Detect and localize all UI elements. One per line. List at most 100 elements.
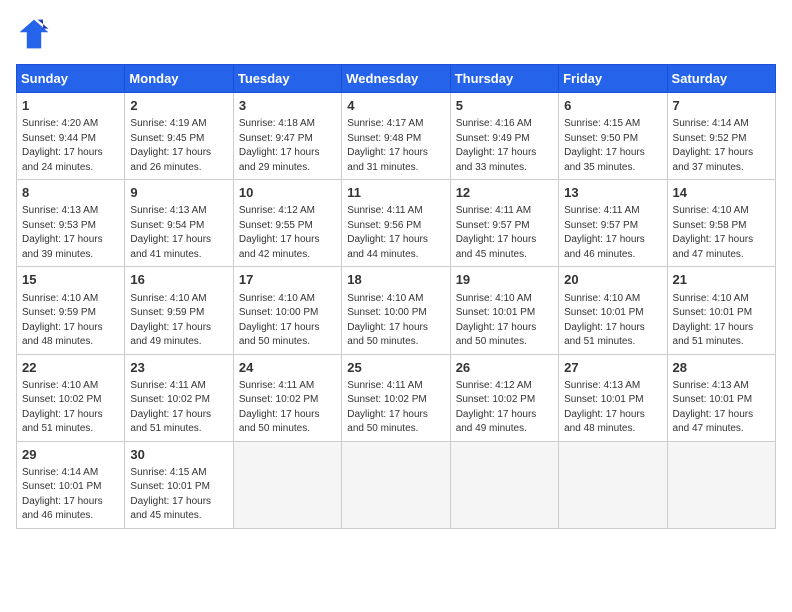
calendar-cell: 9 Sunrise: 4:13 AM Sunset: 9:54 PM Daylig…: [125, 180, 233, 267]
calendar-cell: 26 Sunrise: 4:12 AM Sunset: 10:02 PM Dayl…: [450, 354, 558, 441]
day-number: 23: [130, 359, 227, 377]
calendar-cell: 22Sunrise: 4:10 AM Sunset: 10:02 PM Dayl…: [17, 354, 125, 441]
calendar-cell: 27 Sunrise: 4:13 AM Sunset: 10:01 PM Dayl…: [559, 354, 667, 441]
day-number: 2: [130, 97, 227, 115]
day-info: Sunrise: 4:12 AM Sunset: 10:02 PM Daylig…: [456, 379, 553, 437]
day-info: Sunrise: 4:10 AM Sunset: 10:01 PM Daylig…: [456, 292, 553, 350]
day-number: 7: [673, 97, 770, 115]
calendar-week-1: 1 Sunrise: 4:20 AM Sunset: 9:44 PM Daylig…: [17, 93, 776, 180]
day-number: 26: [456, 359, 553, 377]
day-info: Sunrise: 4:11 AM Sunset: 9:57 PM Dayligh…: [564, 204, 661, 262]
day-number: 16: [130, 271, 227, 289]
calendar-cell: [559, 441, 667, 528]
calendar-cell: 8Sunrise: 4:13 AM Sunset: 9:53 PM Daylig…: [17, 180, 125, 267]
calendar-cell: 20 Sunrise: 4:10 AM Sunset: 10:01 PM Dayl…: [559, 267, 667, 354]
day-number: 17: [239, 271, 336, 289]
calendar-cell: 15Sunrise: 4:10 AM Sunset: 9:59 PM Dayli…: [17, 267, 125, 354]
calendar-header-wednesday: Wednesday: [342, 65, 450, 93]
calendar-cell: 14Sunrise: 4:10 AM Sunset: 9:58 PM Dayli…: [667, 180, 775, 267]
calendar-header-thursday: Thursday: [450, 65, 558, 93]
calendar-cell: 12 Sunrise: 4:11 AM Sunset: 9:57 PM Dayli…: [450, 180, 558, 267]
logo: [16, 16, 56, 52]
calendar-header-monday: Monday: [125, 65, 233, 93]
calendar-cell: 11Sunrise: 4:11 AM Sunset: 9:56 PM Dayli…: [342, 180, 450, 267]
day-info: Sunrise: 4:13 AM Sunset: 10:01 PM Daylig…: [564, 379, 661, 437]
calendar-cell: 3 Sunrise: 4:18 AM Sunset: 9:47 PM Daylig…: [233, 93, 341, 180]
day-number: 24: [239, 359, 336, 377]
calendar-cell: 30 Sunrise: 4:15 AM Sunset: 10:01 PM Dayl…: [125, 441, 233, 528]
calendar-cell: 4 Sunrise: 4:17 AM Sunset: 9:48 PM Daylig…: [342, 93, 450, 180]
calendar-cell: 21 Sunrise: 4:10 AM Sunset: 10:01 PM Dayl…: [667, 267, 775, 354]
day-number: 18: [347, 271, 444, 289]
calendar-cell: 5 Sunrise: 4:16 AM Sunset: 9:49 PM Daylig…: [450, 93, 558, 180]
day-number: 9: [130, 184, 227, 202]
calendar-cell: 7 Sunrise: 4:14 AM Sunset: 9:52 PM Daylig…: [667, 93, 775, 180]
calendar-cell: [450, 441, 558, 528]
calendar-cell: 10Sunrise: 4:12 AM Sunset: 9:55 PM Dayli…: [233, 180, 341, 267]
day-info: Sunrise: 4:20 AM Sunset: 9:44 PM Dayligh…: [22, 117, 119, 175]
day-number: 6: [564, 97, 661, 115]
day-number: 20: [564, 271, 661, 289]
calendar-table: SundayMondayTuesdayWednesdayThursdayFrid…: [16, 64, 776, 529]
day-info: Sunrise: 4:10 AM Sunset: 9:59 PM Dayligh…: [130, 292, 227, 350]
day-number: 22: [22, 359, 119, 377]
day-number: 11: [347, 184, 444, 202]
calendar-cell: 28Sunrise: 4:13 AM Sunset: 10:01 PM Dayl…: [667, 354, 775, 441]
calendar-cell: [342, 441, 450, 528]
calendar-cell: 6 Sunrise: 4:15 AM Sunset: 9:50 PM Daylig…: [559, 93, 667, 180]
day-info: Sunrise: 4:11 AM Sunset: 10:02 PM Daylig…: [347, 379, 444, 437]
day-info: Sunrise: 4:18 AM Sunset: 9:47 PM Dayligh…: [239, 117, 336, 175]
day-info: Sunrise: 4:17 AM Sunset: 9:48 PM Dayligh…: [347, 117, 444, 175]
calendar-cell: 17 Sunrise: 4:10 AM Sunset: 10:00 PM Dayl…: [233, 267, 341, 354]
day-number: 30: [130, 446, 227, 464]
day-info: Sunrise: 4:10 AM Sunset: 10:01 PM Daylig…: [673, 292, 770, 350]
day-info: Sunrise: 4:10 AM Sunset: 10:00 PM Daylig…: [239, 292, 336, 350]
day-info: Sunrise: 4:13 AM Sunset: 9:54 PM Dayligh…: [130, 204, 227, 262]
calendar-header-friday: Friday: [559, 65, 667, 93]
day-info: Sunrise: 4:11 AM Sunset: 10:02 PM Daylig…: [239, 379, 336, 437]
day-number: 8: [22, 184, 119, 202]
day-number: 4: [347, 97, 444, 115]
day-number: 25: [347, 359, 444, 377]
calendar-cell: 19 Sunrise: 4:10 AM Sunset: 10:01 PM Dayl…: [450, 267, 558, 354]
calendar-header-sunday: Sunday: [17, 65, 125, 93]
calendar-cell: 23 Sunrise: 4:11 AM Sunset: 10:02 PM Dayl…: [125, 354, 233, 441]
calendar-header-tuesday: Tuesday: [233, 65, 341, 93]
day-info: Sunrise: 4:10 AM Sunset: 10:01 PM Daylig…: [564, 292, 661, 350]
day-number: 29: [22, 446, 119, 464]
day-number: 5: [456, 97, 553, 115]
day-info: Sunrise: 4:15 AM Sunset: 9:50 PM Dayligh…: [564, 117, 661, 175]
calendar-cell: 16 Sunrise: 4:10 AM Sunset: 9:59 PM Dayli…: [125, 267, 233, 354]
day-info: Sunrise: 4:16 AM Sunset: 9:49 PM Dayligh…: [456, 117, 553, 175]
calendar-cell: 29 Sunrise: 4:14 AM Sunset: 10:01 PM Dayl…: [17, 441, 125, 528]
day-info: Sunrise: 4:19 AM Sunset: 9:45 PM Dayligh…: [130, 117, 227, 175]
calendar-cell: 18 Sunrise: 4:10 AM Sunset: 10:00 PM Dayl…: [342, 267, 450, 354]
day-info: Sunrise: 4:14 AM Sunset: 10:01 PM Daylig…: [22, 466, 119, 524]
day-info: Sunrise: 4:10 AM Sunset: 9:58 PM Dayligh…: [673, 204, 770, 262]
day-info: Sunrise: 4:11 AM Sunset: 9:57 PM Dayligh…: [456, 204, 553, 262]
day-info: Sunrise: 4:14 AM Sunset: 9:52 PM Dayligh…: [673, 117, 770, 175]
day-number: 13: [564, 184, 661, 202]
calendar-body: 1 Sunrise: 4:20 AM Sunset: 9:44 PM Daylig…: [17, 93, 776, 529]
calendar-week-2: 8Sunrise: 4:13 AM Sunset: 9:53 PM Daylig…: [17, 180, 776, 267]
calendar-week-4: 22Sunrise: 4:10 AM Sunset: 10:02 PM Dayl…: [17, 354, 776, 441]
day-info: Sunrise: 4:11 AM Sunset: 10:02 PM Daylig…: [130, 379, 227, 437]
day-info: Sunrise: 4:15 AM Sunset: 10:01 PM Daylig…: [130, 466, 227, 524]
day-number: 21: [673, 271, 770, 289]
day-number: 27: [564, 359, 661, 377]
calendar-cell: [233, 441, 341, 528]
calendar-week-3: 15Sunrise: 4:10 AM Sunset: 9:59 PM Dayli…: [17, 267, 776, 354]
day-number: 28: [673, 359, 770, 377]
day-number: 12: [456, 184, 553, 202]
logo-icon: [16, 16, 52, 52]
calendar-cell: 1 Sunrise: 4:20 AM Sunset: 9:44 PM Daylig…: [17, 93, 125, 180]
calendar-cell: 24 Sunrise: 4:11 AM Sunset: 10:02 PM Dayl…: [233, 354, 341, 441]
day-info: Sunrise: 4:10 AM Sunset: 10:00 PM Daylig…: [347, 292, 444, 350]
calendar-cell: 2 Sunrise: 4:19 AM Sunset: 9:45 PM Daylig…: [125, 93, 233, 180]
day-number: 1: [22, 97, 119, 115]
day-number: 3: [239, 97, 336, 115]
calendar-header-row: SundayMondayTuesdayWednesdayThursdayFrid…: [17, 65, 776, 93]
calendar-header-saturday: Saturday: [667, 65, 775, 93]
day-info: Sunrise: 4:10 AM Sunset: 9:59 PM Dayligh…: [22, 292, 119, 350]
day-number: 19: [456, 271, 553, 289]
